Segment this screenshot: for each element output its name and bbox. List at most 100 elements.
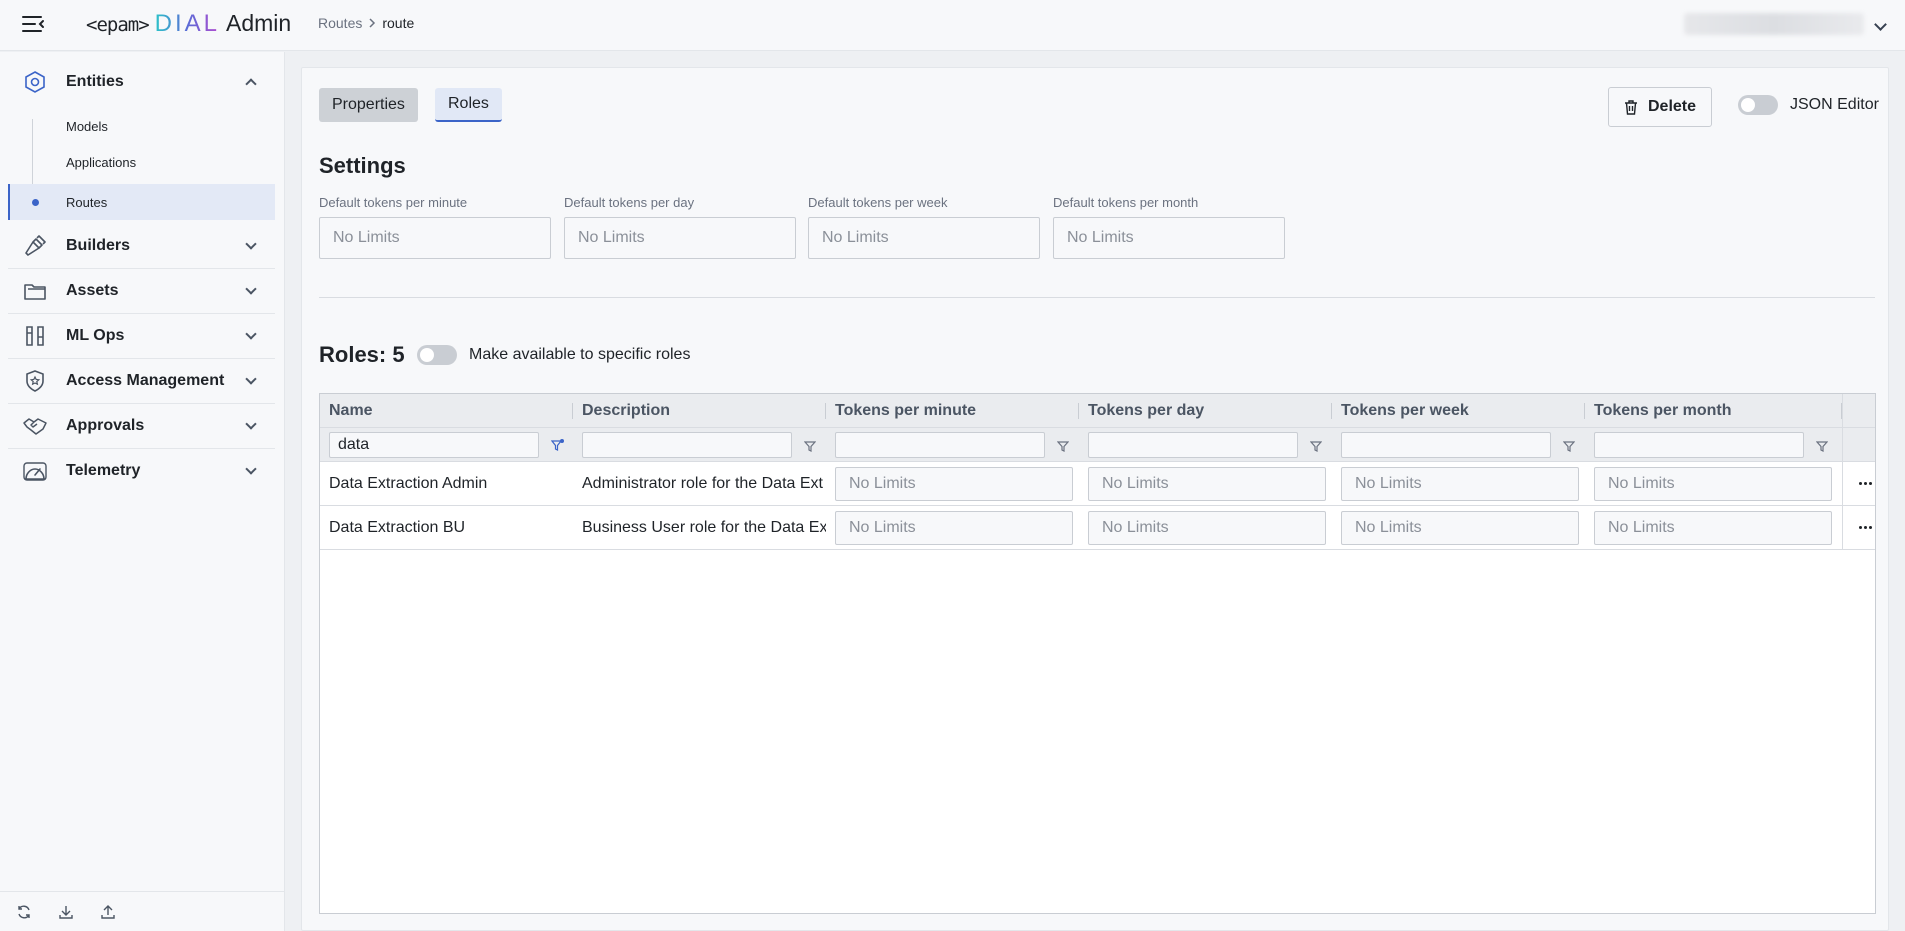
column-header-tokens-week[interactable]: Tokens per week <box>1332 394 1585 428</box>
filter-icon[interactable] <box>803 439 817 452</box>
folder-icon <box>20 276 50 306</box>
column-header-label: Tokens per week <box>1341 402 1469 419</box>
tab-properties[interactable]: Properties <box>319 88 418 122</box>
chevron-right-icon <box>369 18 376 28</box>
sidebar-section-assets[interactable]: Assets <box>8 269 275 313</box>
chevron-down-icon <box>1874 17 1887 31</box>
sidebar-section-entities[interactable]: Entities <box>8 60 275 104</box>
filter-icon[interactable] <box>1815 439 1829 452</box>
chevron-down-icon <box>245 283 257 295</box>
json-editor-toggle[interactable]: JSON Editor <box>1738 95 1879 115</box>
roles-title: Roles: 5 <box>319 342 405 367</box>
gauge-icon <box>20 456 50 486</box>
field-label: Default tokens per day <box>564 195 695 210</box>
upload-icon[interactable] <box>100 904 116 920</box>
row-tokens-minute-input[interactable] <box>835 510 1073 545</box>
row-tokens-day-input[interactable] <box>1088 466 1326 501</box>
refresh-icon[interactable] <box>16 904 32 920</box>
filter-icon[interactable] <box>1309 439 1323 452</box>
sidebar-item-models[interactable]: Models <box>8 108 275 144</box>
column-header-label: Tokens per day <box>1088 402 1205 419</box>
hammer-icon <box>20 231 50 261</box>
filter-cell-tokens-month <box>1585 428 1829 462</box>
user-menu[interactable] <box>1684 13 1887 35</box>
table-row[interactable]: Data Extraction Admin Administrator role… <box>320 462 1875 506</box>
filter-cell-description <box>573 428 817 462</box>
specific-roles-toggle[interactable]: Make available to specific roles <box>417 345 690 365</box>
sidebar: Entities Models Applications Routes Buil… <box>0 52 285 931</box>
sidebar-section-telemetry[interactable]: Telemetry <box>8 449 275 493</box>
filter-icon[interactable] <box>1056 439 1070 452</box>
cell-tokens-day <box>1079 462 1332 505</box>
filter-input-tokens-month[interactable] <box>1594 432 1804 458</box>
collapse-menu-icon[interactable] <box>20 12 46 36</box>
field-tokens-per-day: Default tokens per day <box>564 195 796 259</box>
column-header-label: Tokens per minute <box>835 402 977 419</box>
cell-tokens-minute <box>826 506 1079 549</box>
hexagon-icon <box>20 67 50 97</box>
table-row[interactable]: Data Extraction BU Business User role fo… <box>320 506 1875 550</box>
filter-input-tokens-minute[interactable] <box>835 432 1045 458</box>
column-header-tokens-month[interactable]: Tokens per month <box>1585 394 1842 428</box>
logo-brand: <epam> <box>86 14 150 36</box>
sidebar-item-routes[interactable]: Routes <box>8 184 275 220</box>
field-label: Default tokens per month <box>1053 195 1199 210</box>
filter-input-name[interactable] <box>329 432 539 458</box>
download-icon[interactable] <box>58 904 74 920</box>
breadcrumb-current: route <box>382 15 415 31</box>
cell-tokens-week <box>1332 462 1585 505</box>
sidebar-section-label: Access Management <box>66 372 225 389</box>
row-tokens-month-input[interactable] <box>1594 510 1832 545</box>
roles-table: Name Description Tokens per minute Token… <box>319 393 1876 914</box>
specific-roles-label: Make available to specific roles <box>469 346 691 363</box>
column-header-tokens-day[interactable]: Tokens per day <box>1079 394 1332 428</box>
tab-roles[interactable]: Roles <box>435 88 502 122</box>
sidebar-section-builders[interactable]: Builders <box>8 224 275 268</box>
tokens-per-week-input[interactable] <box>808 217 1040 259</box>
row-tokens-minute-input[interactable] <box>835 466 1073 501</box>
filter-cell-tokens-day <box>1079 428 1323 462</box>
filter-active-icon[interactable] <box>550 439 564 451</box>
json-editor-label: JSON Editor <box>1790 96 1879 113</box>
filter-cell-tokens-minute <box>826 428 1070 462</box>
chevron-down-icon <box>245 238 257 250</box>
column-header-name[interactable]: Name <box>320 394 573 428</box>
column-header-label: Name <box>329 402 373 419</box>
tokens-per-day-input[interactable] <box>564 217 796 259</box>
row-tokens-week-input[interactable] <box>1341 466 1579 501</box>
top-bar: <epam> DIAL Admin Routes route <box>0 0 1905 51</box>
cell-tokens-month <box>1585 462 1842 505</box>
logo-product: DIAL <box>154 10 220 37</box>
shield-star-icon <box>20 366 50 396</box>
main-panel: Properties Roles Delete JSON Editor Sett… <box>301 67 1889 931</box>
specific-roles-switch[interactable] <box>417 345 457 365</box>
filter-input-description[interactable] <box>582 432 792 458</box>
row-tokens-day-input[interactable] <box>1088 510 1326 545</box>
sidebar-section-ml-ops[interactable]: ML Ops <box>8 314 275 358</box>
delete-button[interactable]: Delete <box>1608 87 1712 127</box>
row-tokens-week-input[interactable] <box>1341 510 1579 545</box>
divider <box>319 297 1875 298</box>
breadcrumb-routes[interactable]: Routes <box>318 15 362 31</box>
sidebar-section-access-management[interactable]: Access Management <box>8 359 275 403</box>
filter-input-tokens-week[interactable] <box>1341 432 1551 458</box>
tokens-per-minute-input[interactable] <box>319 217 551 259</box>
json-editor-switch[interactable] <box>1738 95 1778 115</box>
row-tokens-month-input[interactable] <box>1594 466 1832 501</box>
tokens-per-month-input[interactable] <box>1053 217 1285 259</box>
active-dot <box>32 199 39 206</box>
cell-tokens-minute <box>826 462 1079 505</box>
app-logo[interactable]: <epam> DIAL Admin <box>86 10 291 40</box>
sidebar-section-approvals[interactable]: Approvals <box>8 404 275 448</box>
sidebar-item-applications[interactable]: Applications <box>8 144 275 180</box>
cell-description: Administrator role for the Data Ext <box>582 474 823 492</box>
cell-tokens-month <box>1585 506 1842 549</box>
filter-input-tokens-day[interactable] <box>1088 432 1298 458</box>
column-header-label: Description <box>582 402 671 419</box>
sidebar-section-label: Entities <box>66 73 124 90</box>
chevron-down-icon <box>245 373 257 385</box>
column-header-description[interactable]: Description <box>573 394 826 428</box>
column-header-tokens-minute[interactable]: Tokens per minute <box>826 394 1079 428</box>
sidebar-section-label: Telemetry <box>66 462 141 479</box>
filter-icon[interactable] <box>1562 439 1576 452</box>
